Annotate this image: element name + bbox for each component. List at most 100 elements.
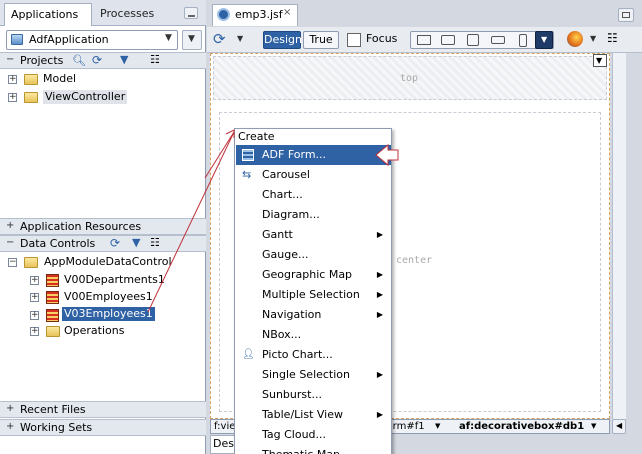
expand-icon[interactable]: + bbox=[30, 327, 39, 336]
view-object-icon bbox=[46, 291, 59, 304]
recent-files-section-header[interactable]: + Recent Files bbox=[0, 401, 206, 418]
device-menu-button[interactable]: ▼ bbox=[535, 31, 553, 49]
browser-icon[interactable] bbox=[567, 31, 583, 47]
editor-toolbar: ⟳ ▼ Design True Focus ▼ ▼ ☷ bbox=[207, 27, 642, 53]
filter-icon[interactable]: ▼ bbox=[132, 236, 140, 249]
focus-icon[interactable] bbox=[347, 33, 361, 47]
center-facet-label: center bbox=[396, 255, 433, 266]
submenu-arrow-icon: ▶ bbox=[376, 270, 383, 279]
menu-item-thematic-map[interactable]: Thematic Map... bbox=[236, 445, 391, 454]
tab-processes[interactable]: Processes bbox=[94, 3, 164, 26]
menu-item-table-list-view[interactable]: Table/List View ▶ bbox=[236, 405, 391, 425]
form-icon bbox=[242, 149, 254, 161]
menu-item-diagram[interactable]: Diagram... bbox=[236, 205, 391, 225]
filter-icon[interactable]: ▼ bbox=[120, 53, 128, 66]
expand-icon[interactable]: + bbox=[30, 311, 39, 320]
tree-item-v00employees1[interactable]: V00Employees1 bbox=[64, 290, 153, 304]
menu-item-multiple-selection[interactable]: Multiple Selection ▶ bbox=[236, 285, 391, 305]
top-facet-label: top bbox=[400, 73, 419, 84]
design-mode-button[interactable]: Design bbox=[263, 31, 302, 49]
editor-tab-emp3[interactable]: emp3.jsf × bbox=[212, 4, 298, 26]
chevron-down-icon: ▼ bbox=[165, 33, 172, 43]
options-icon[interactable]: ☷ bbox=[607, 31, 618, 45]
refresh-icon[interactable]: ⟳ bbox=[213, 30, 226, 48]
menu-item-chart[interactable]: Chart... bbox=[236, 185, 391, 205]
menu-item-nbox[interactable]: NBox... bbox=[236, 325, 391, 345]
close-icon[interactable]: × bbox=[283, 7, 291, 18]
menu-item-sunburst[interactable]: Sunburst... bbox=[236, 385, 391, 405]
expand-icon[interactable]: + bbox=[30, 293, 39, 302]
tree-item-appmoduledatacontrol[interactable]: AppModuleDataControl bbox=[44, 255, 172, 269]
menu-item-label: ADF Form... bbox=[262, 148, 327, 161]
breadcrumb-item-decorativebox[interactable]: af:decorativebox#db1 bbox=[459, 420, 584, 434]
chevron-down-icon: ▼ bbox=[596, 56, 603, 65]
refresh-icon[interactable]: ⟳ bbox=[110, 236, 120, 250]
canvas-menu-button[interactable]: ▼ bbox=[593, 54, 607, 67]
tablet-portrait-icon[interactable] bbox=[467, 34, 479, 46]
expand-icon[interactable]: + bbox=[30, 276, 39, 285]
menu-item-adf-form[interactable]: ADF Form... bbox=[236, 145, 391, 165]
collapse-icon: − bbox=[6, 54, 15, 65]
menu-item-label: Gantt bbox=[262, 228, 293, 241]
menu-item-label: Carousel bbox=[262, 168, 310, 181]
minimize-panel-button[interactable] bbox=[184, 7, 198, 19]
projects-section-header[interactable]: − Projects 🔍︎ ⟳ ▼ ☷ bbox=[0, 52, 206, 69]
refresh-icon[interactable]: ⟳ bbox=[92, 53, 102, 67]
tree-item-v03employees1[interactable]: V03Employees1 bbox=[62, 307, 155, 321]
menu-item-navigation[interactable]: Navigation ▶ bbox=[236, 305, 391, 325]
focus-button-label[interactable]: Focus bbox=[366, 32, 397, 46]
menu-item-single-selection[interactable]: Single Selection ▶ bbox=[236, 365, 391, 385]
breadcrumb-item-view[interactable]: f:vie bbox=[214, 420, 235, 434]
chevron-down-icon[interactable]: ▼ bbox=[435, 422, 440, 430]
menu-item-gantt[interactable]: Gantt ▶ bbox=[236, 225, 391, 245]
maximize-editor-button[interactable] bbox=[618, 8, 634, 22]
tree-item-operations[interactable]: Operations bbox=[64, 324, 124, 338]
menu-item-carousel[interactable]: ⇆ Carousel bbox=[236, 165, 391, 185]
chevron-down-icon[interactable]: ▼ bbox=[591, 422, 596, 430]
folder-icon bbox=[24, 92, 38, 103]
tree-item-model[interactable]: Model bbox=[43, 72, 76, 86]
vertical-scrollbar[interactable] bbox=[612, 53, 626, 419]
menu-item-label: Sunburst... bbox=[262, 388, 322, 401]
application-resources-title: Application Resources bbox=[20, 220, 142, 233]
menu-item-geographic-map[interactable]: Geographic Map ▶ bbox=[236, 265, 391, 285]
tree-item-viewcontroller[interactable]: ViewController bbox=[43, 90, 128, 104]
menu-item-label: Picto Chart... bbox=[262, 348, 333, 361]
desktop-preview-icon[interactable] bbox=[417, 35, 431, 45]
chevron-down-icon[interactable]: ▼ bbox=[590, 34, 596, 43]
application-navigator-panel: Applications Processes AdfApplication ▼ … bbox=[0, 0, 206, 454]
projects-section-title: Projects bbox=[20, 54, 64, 67]
submenu-arrow-icon: ▶ bbox=[376, 290, 383, 299]
application-menu-button[interactable]: ▼ bbox=[182, 30, 202, 50]
application-resources-section-header[interactable]: + Application Resources bbox=[0, 218, 206, 235]
collapse-icon[interactable]: − bbox=[8, 258, 17, 267]
tree-item-v00departments1[interactable]: V00Departments1 bbox=[64, 273, 165, 287]
menu-item-label: Navigation bbox=[262, 308, 322, 321]
tablet-landscape-icon[interactable] bbox=[441, 35, 455, 45]
menu-item-label: Multiple Selection bbox=[262, 288, 360, 301]
collapse-icon: − bbox=[6, 237, 15, 248]
phone-portrait-icon[interactable] bbox=[519, 34, 527, 47]
expand-icon[interactable]: + bbox=[8, 93, 17, 102]
application-combo[interactable]: AdfApplication ▼ bbox=[6, 30, 178, 50]
data-controls-section-header[interactable]: − Data Controls ⟳ ▼ ☷ bbox=[0, 235, 206, 252]
options-icon[interactable]: ☷ bbox=[150, 236, 160, 249]
search-icon[interactable]: 🔍︎ bbox=[72, 54, 86, 67]
top-facet[interactable]: top bbox=[213, 56, 607, 100]
submenu-arrow-icon: ▶ bbox=[376, 310, 383, 319]
create-context-menu: Create ADF Form... ⇆ Carousel Chart... Diagr… bbox=[234, 128, 392, 454]
working-sets-title: Working Sets bbox=[20, 421, 93, 434]
menu-item-picto-chart[interactable]: 👤︎ Picto Chart... bbox=[236, 345, 391, 365]
menu-item-tag-cloud[interactable]: Tag Cloud... bbox=[236, 425, 391, 445]
options-icon[interactable]: ☷ bbox=[150, 53, 160, 66]
true-mode-button[interactable]: True bbox=[303, 31, 339, 49]
expand-icon[interactable]: + bbox=[8, 75, 17, 84]
scroll-left-button[interactable]: ◀ bbox=[612, 419, 626, 434]
navigator-tab-bar: Applications Processes bbox=[0, 0, 206, 26]
tab-applications[interactable]: Applications bbox=[4, 3, 92, 26]
phone-landscape-icon[interactable] bbox=[491, 36, 505, 44]
application-combo-value: AdfApplication bbox=[29, 33, 109, 46]
menu-item-gauge[interactable]: Gauge... bbox=[236, 245, 391, 265]
working-sets-section-header[interactable]: + Working Sets bbox=[0, 419, 206, 436]
chevron-down-icon[interactable]: ▼ bbox=[237, 34, 243, 43]
